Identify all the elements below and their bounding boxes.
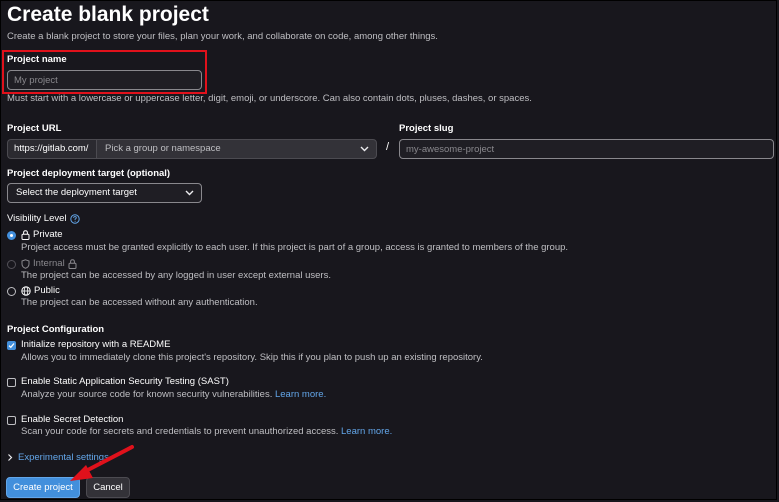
globe-icon [21,285,31,296]
project-slug-label: Project slug [399,123,454,134]
configuration-label: Project Configuration [7,324,105,335]
project-name-help: Must start with a lowercase or uppercase… [7,93,532,104]
visibility-public-label: Public [34,285,60,296]
namespace-dropdown[interactable]: Pick a group or namespace [96,139,377,159]
shield-icon [21,258,30,269]
deployment-label: Project deployment target (optional) [7,168,171,179]
chevron-down-icon [185,184,194,202]
readme-description: Allows you to immediately clone this pro… [21,352,483,363]
secret-detection-description-row: Scan your code for secrets and credentia… [21,426,392,437]
sast-checkbox[interactable] [7,378,16,387]
secret-detection-description: Scan your code for secrets and credentia… [21,426,339,437]
readme-checkbox[interactable] [7,341,16,350]
chevron-down-icon [360,140,369,158]
deployment-select[interactable]: Select the deployment target [7,183,202,203]
secret-detection-learn-more-link[interactable]: Learn more. [341,426,392,437]
deployment-selected: Select the deployment target [16,187,137,198]
lock-icon [68,258,77,269]
secret-detection-label[interactable]: Enable Secret Detection [21,414,123,425]
visibility-private-description: Project access must be granted explicitl… [21,242,569,253]
page-description: Create a blank project to store your fil… [7,31,438,42]
visibility-public-option[interactable]: Public [21,285,60,296]
project-name-input[interactable] [7,70,202,90]
sast-label[interactable]: Enable Static Application Security Testi… [21,376,229,387]
annotation-arrow [70,445,134,481]
visibility-public-radio[interactable] [7,287,16,296]
visibility-private-label: Private [33,229,63,240]
url-separator: / [386,141,390,153]
readme-label[interactable]: Initialize repository with a README [21,339,170,350]
url-prefix: https://gitlab.com/ [7,139,96,159]
project-slug-input[interactable] [399,139,774,159]
visibility-public-description: The project can be accessed without any … [21,297,258,308]
visibility-internal-option[interactable]: Internal [21,258,77,269]
secret-detection-checkbox[interactable] [7,416,16,425]
visibility-heading: Visibility Level [7,213,80,224]
page-title: Create blank project [7,3,209,26]
visibility-internal-radio[interactable] [7,260,16,269]
project-name-label: Project name [7,54,67,65]
lock-icon [21,229,30,240]
sast-learn-more-link[interactable]: Learn more. [275,389,326,400]
chevron-right-icon [7,453,13,462]
visibility-internal-description: The project can be accessed by any logge… [21,270,331,281]
sast-description: Analyze your source code for known secur… [21,389,273,400]
visibility-private-radio[interactable] [7,231,16,240]
visibility-private-option[interactable]: Private [21,229,63,240]
visibility-internal-label: Internal [33,258,65,269]
sast-description-row: Analyze your source code for known secur… [21,389,326,400]
namespace-placeholder: Pick a group or namespace [105,143,221,154]
question-circle-icon[interactable] [69,213,80,224]
visibility-label: Visibility Level [7,213,67,224]
project-url-label: Project URL [7,123,62,134]
